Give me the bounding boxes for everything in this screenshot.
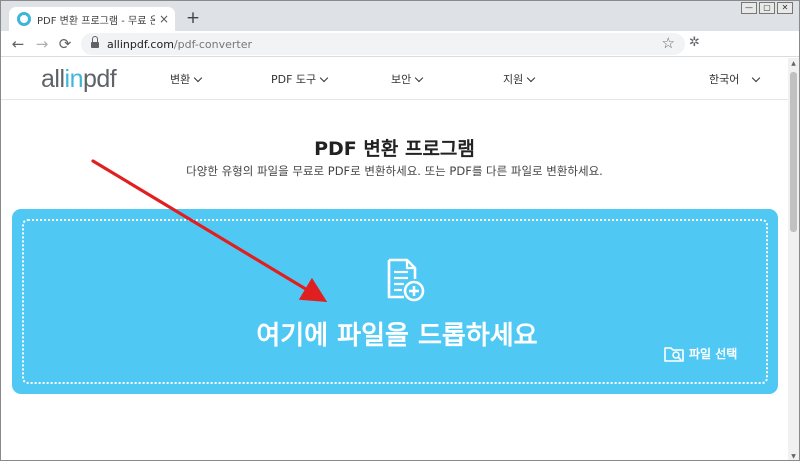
logo-text-all: all bbox=[41, 65, 65, 93]
page-subtitle: 다양한 유형의 파일을 무료로 PDF로 변환하세요. 또는 PDF를 다른 파… bbox=[186, 164, 603, 178]
address-bar[interactable]: allinpdf.com/pdf-converter ☆ bbox=[81, 33, 685, 55]
logo-text-in: in bbox=[64, 65, 84, 93]
back-button[interactable]: ← bbox=[7, 33, 29, 55]
menu-support-label: 지원 bbox=[503, 73, 524, 86]
language-selector[interactable]: 한국어 bbox=[709, 71, 761, 87]
chevron-down-icon bbox=[752, 73, 761, 83]
menu-security[interactable]: 보안 bbox=[391, 71, 424, 87]
page-title: PDF 변환 프로그램 bbox=[314, 138, 475, 160]
tab-close-icon[interactable]: × bbox=[159, 12, 169, 26]
menu-convert[interactable]: 변환 bbox=[170, 71, 203, 87]
scroll-up-arrow-icon[interactable]: ▲ bbox=[789, 60, 798, 67]
menu-convert-label: 변환 bbox=[170, 73, 191, 86]
new-tab-button[interactable]: + bbox=[183, 8, 203, 28]
tab-title: PDF 변환 프로그램 - 무료 온라인 bbox=[37, 15, 155, 27]
drop-zone-text: 여기에 파일을 드롭하세요 bbox=[256, 321, 538, 351]
close-window-button[interactable]: ✕ bbox=[777, 2, 793, 14]
browser-tab[interactable]: PDF 변환 프로그램 - 무료 온라인 × bbox=[9, 7, 175, 31]
menu-security-label: 보안 bbox=[391, 73, 412, 86]
forward-button[interactable]: → bbox=[31, 33, 53, 55]
file-drop-zone[interactable]: 여기에 파일을 드롭하세요 파일 선택 bbox=[12, 209, 778, 394]
site-header: allinpdf 변환 PDF 도구 보안 지원 한국어 bbox=[1, 58, 788, 100]
scroll-thumb[interactable] bbox=[790, 72, 797, 232]
browser-window: PDF 변환 프로그램 - 무료 온라인 × + — ▢ ✕ ← → ⟳ all… bbox=[0, 0, 800, 461]
vertical-scrollbar[interactable]: ▲ ▼ bbox=[788, 58, 799, 460]
tab-strip: PDF 변환 프로그램 - 무료 온라인 × + — ▢ ✕ bbox=[1, 1, 799, 31]
url-path: /pdf-converter bbox=[173, 37, 252, 51]
extensions-puzzle-icon[interactable]: ✲ bbox=[689, 35, 700, 50]
file-select-label: 파일 선택 bbox=[689, 347, 738, 361]
menu-pdf-tools[interactable]: PDF 도구 bbox=[271, 71, 329, 87]
reload-button[interactable]: ⟳ bbox=[54, 33, 76, 55]
logo-text-pdf: pdf bbox=[82, 65, 117, 93]
drop-zone-border: 여기에 파일을 드롭하세요 파일 선택 bbox=[22, 219, 768, 384]
page-content: allinpdf 변환 PDF 도구 보안 지원 한국어 PDF 변환 프로그램… bbox=[1, 58, 788, 460]
browser-toolbar: ← → ⟳ allinpdf.com/pdf-converter ☆ ✲ bbox=[1, 31, 799, 57]
url-text: allinpdf.com/pdf-converter bbox=[107, 38, 252, 51]
maximize-button[interactable]: ▢ bbox=[759, 2, 775, 14]
site-logo[interactable]: allinpdf bbox=[41, 65, 117, 94]
favicon-icon bbox=[17, 12, 31, 26]
folder-search-icon bbox=[664, 346, 684, 362]
chevron-down-icon bbox=[194, 73, 203, 83]
chevron-down-icon bbox=[527, 73, 536, 83]
window-controls: — ▢ ✕ bbox=[741, 2, 793, 14]
scroll-down-arrow-icon[interactable]: ▼ bbox=[789, 453, 798, 460]
file-add-icon bbox=[387, 258, 425, 302]
file-select-button[interactable]: 파일 선택 bbox=[664, 345, 737, 362]
language-label: 한국어 bbox=[709, 73, 740, 86]
chevron-down-icon bbox=[319, 73, 329, 83]
bookmark-star-icon[interactable]: ☆ bbox=[662, 34, 675, 52]
menu-pdf-tools-label: PDF 도구 bbox=[271, 73, 317, 86]
chevron-down-icon bbox=[415, 73, 424, 83]
menu-support[interactable]: 지원 bbox=[503, 71, 536, 87]
minimize-button[interactable]: — bbox=[741, 2, 757, 14]
url-host: allinpdf.com bbox=[107, 37, 174, 51]
lock-icon[interactable] bbox=[91, 35, 99, 49]
